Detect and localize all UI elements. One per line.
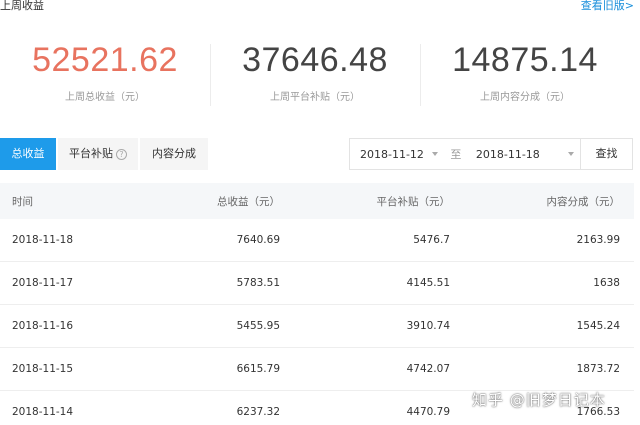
tab-platform-subsidy[interactable]: 平台补贴 ? xyxy=(58,138,138,170)
end-date-value: 2018-11-18 xyxy=(475,147,540,161)
cell-total: 6615.79 xyxy=(236,363,280,375)
column-header-content: 内容分成（元） xyxy=(546,195,621,208)
watermark: 知乎 @旧梦日记本 xyxy=(472,391,606,409)
table-row: 2018-11-15 6615.79 4742.07 1873.72 xyxy=(0,348,634,391)
cell-date: 2018-11-17 xyxy=(12,277,74,289)
column-header-total: 总收益（元） xyxy=(217,195,280,208)
stat-platform-subsidy: 37646.48 上周平台补贴（元） xyxy=(210,38,420,110)
caret-down-icon xyxy=(568,152,575,156)
cell-content: 1873.72 xyxy=(576,363,620,375)
range-separator: 至 xyxy=(450,148,462,161)
stat-value: 52521.62 xyxy=(32,41,178,79)
cell-platform: 4145.51 xyxy=(406,277,450,289)
cell-content: 1638 xyxy=(593,277,620,289)
cell-date: 2018-11-15 xyxy=(12,363,74,375)
search-button[interactable]: 查找 xyxy=(580,139,632,169)
table-row: 2018-11-16 5455.95 3910.74 1545.24 xyxy=(0,305,634,348)
column-header-date: 时间 xyxy=(12,195,33,208)
cell-platform: 5476.7 xyxy=(413,234,450,246)
cell-date: 2018-11-18 xyxy=(12,234,74,246)
help-icon[interactable]: ? xyxy=(116,148,127,160)
stat-label: 上周平台补贴（元） xyxy=(270,92,360,103)
table-header: 时间 总收益（元） 平台补贴（元） 内容分成（元） xyxy=(0,183,634,219)
end-date-picker[interactable]: 2018-11-18 xyxy=(468,139,580,169)
cell-total: 5455.95 xyxy=(236,320,280,332)
cell-total: 6237.32 xyxy=(236,406,280,418)
earnings-tabs: 总收益 平台补贴 ? 内容分成 xyxy=(0,138,210,170)
tab-label: 总收益 xyxy=(11,147,45,160)
caret-down-icon xyxy=(431,152,438,156)
stat-content-share: 14875.14 上周内容分成（元） xyxy=(420,38,630,110)
cell-date: 2018-11-16 xyxy=(12,320,74,332)
stat-label: 上周总收益（元） xyxy=(65,92,145,103)
start-date-value: 2018-11-12 xyxy=(360,147,424,161)
stat-value: 14875.14 xyxy=(452,41,598,79)
tab-label: 平台补贴 xyxy=(69,147,113,160)
summary-stats: 52521.62 上周总收益（元） 37646.48 上周平台补贴（元） 148… xyxy=(0,38,640,110)
column-header-platform: 平台补贴（元） xyxy=(376,195,451,208)
cell-platform: 4742.07 xyxy=(406,363,450,375)
stat-label: 上周内容分成（元） xyxy=(480,92,570,103)
cell-total: 5783.51 xyxy=(236,277,280,289)
table-row: 2018-11-17 5783.51 4145.51 1638 xyxy=(0,262,634,305)
cell-platform: 4470.79 xyxy=(406,406,450,418)
cell-platform: 3910.74 xyxy=(406,320,450,332)
page-title: 上周收益 xyxy=(0,0,44,12)
cell-date: 2018-11-14 xyxy=(12,406,74,418)
stat-value: 37646.48 xyxy=(242,41,388,79)
cell-content: 2163.99 xyxy=(576,234,620,246)
tab-content-share[interactable]: 内容分成 xyxy=(140,138,208,170)
tab-label: 内容分成 xyxy=(152,147,196,160)
date-range-filter: 2018-11-12 至 2018-11-18 查找 xyxy=(349,138,633,170)
start-date-picker[interactable]: 2018-11-12 xyxy=(350,139,444,169)
tab-total-earnings[interactable]: 总收益 xyxy=(0,138,56,170)
earnings-page: 上周收益 查看旧版> 52521.62 上周总收益（元） 37646.48 上周… xyxy=(0,0,640,425)
table-row: 2018-11-18 7640.69 5476.7 2163.99 xyxy=(0,219,634,262)
view-old-version-link[interactable]: 查看旧版> xyxy=(581,0,634,12)
stat-total-earnings: 52521.62 上周总收益（元） xyxy=(0,38,210,110)
cell-total: 7640.69 xyxy=(236,234,280,246)
cell-content: 1545.24 xyxy=(576,320,620,332)
